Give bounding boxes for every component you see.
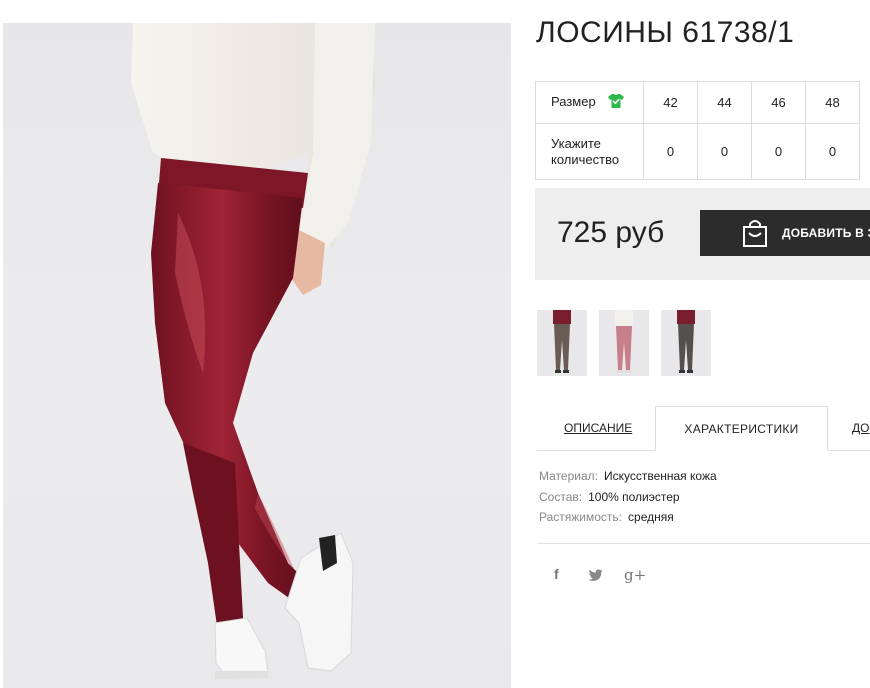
thumbnail-1-image (553, 310, 571, 373)
product-illustration (131, 23, 375, 679)
spec-row: Растяжимость: средняя (539, 507, 717, 528)
spec-value: Искусственная кожа (603, 469, 717, 483)
google-plus-icon[interactable]: g+ (624, 566, 646, 584)
size-option-44[interactable]: 44 (697, 81, 752, 124)
quantity-label: Укажите количество (535, 123, 644, 180)
spec-value: 100% полиэстер (588, 489, 680, 504)
add-to-cart-label: ДОБАВИТЬ В З (782, 226, 870, 240)
shopping-bag-icon (742, 218, 768, 251)
quantity-input-46[interactable]: 0 (751, 123, 806, 180)
size-option-46[interactable]: 46 (751, 81, 806, 124)
twitter-icon[interactable] (588, 569, 603, 585)
size-label-cell: Размер (535, 81, 644, 124)
spec-value: средняя (628, 510, 674, 524)
thumbnail-1[interactable] (537, 310, 587, 376)
facebook-icon[interactable]: f (554, 566, 559, 582)
divider (537, 543, 870, 544)
tab-characteristics[interactable]: ХАРАКТЕРИСТИКИ (655, 406, 828, 451)
thumbnail-3-image (677, 310, 695, 373)
specs-list: Материал: Искусственная кожа Состав: 100% … (539, 466, 717, 528)
quantity-input-44[interactable]: 0 (697, 123, 752, 180)
product-tabs: ОПИСАНИЕ ХАРАКТЕРИСТИКИ ДО (537, 406, 870, 451)
tab-delivery[interactable]: ДО (852, 406, 869, 450)
price: 725 руб (557, 216, 665, 249)
tab-description[interactable]: ОПИСАНИЕ (564, 406, 632, 450)
spec-key: Растяжимость: (539, 510, 623, 524)
spec-key: Состав: (539, 489, 583, 504)
product-title: ЛОСИНЫ 61738/1 (536, 16, 795, 49)
size-label: Размер (551, 93, 596, 109)
thumbnail-3[interactable] (661, 310, 711, 376)
quantity-input-48[interactable]: 0 (805, 123, 860, 180)
t-shirt-check-icon[interactable] (607, 93, 625, 112)
size-quantity-table: Размер 42 44 46 48 Укажите количество 0 … (535, 81, 860, 180)
spec-row: Материал: Искусственная кожа (539, 466, 717, 487)
add-to-cart-button[interactable]: ДОБАВИТЬ В З (700, 210, 870, 256)
thumbnail-2-image (615, 310, 633, 373)
spec-row: Состав: 100% полиэстер (539, 487, 717, 508)
thumbnail-2[interactable] (599, 310, 649, 376)
buy-panel: 725 руб ДОБАВИТЬ В З (535, 188, 870, 280)
size-option-42[interactable]: 42 (643, 81, 698, 124)
size-option-48[interactable]: 48 (805, 81, 860, 124)
quantity-input-42[interactable]: 0 (643, 123, 698, 180)
main-product-image[interactable] (3, 23, 511, 688)
spec-key: Материал: (539, 469, 598, 483)
